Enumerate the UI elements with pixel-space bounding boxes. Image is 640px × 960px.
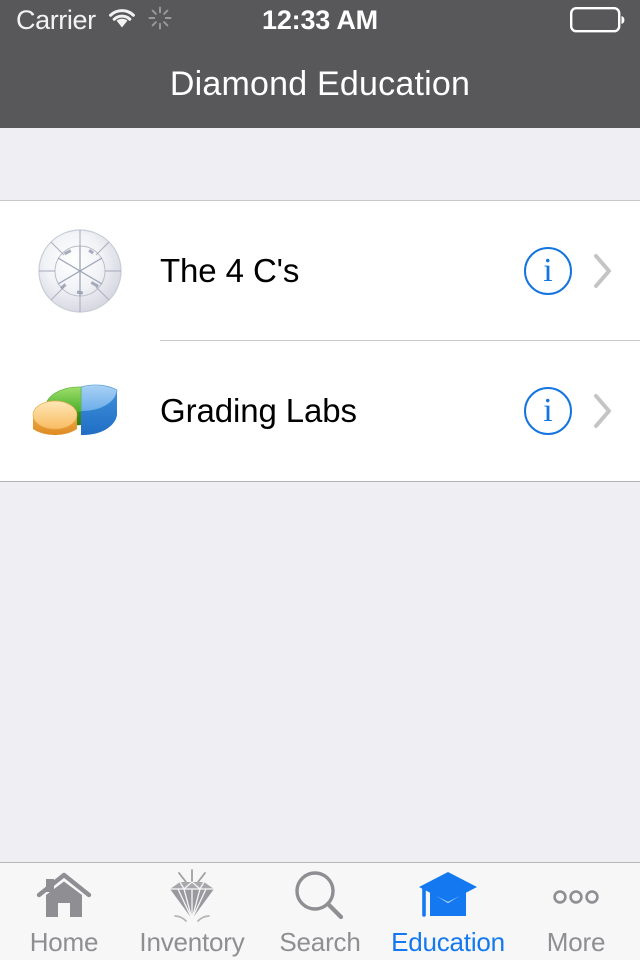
chevron-right-icon[interactable]: [592, 252, 614, 290]
pie-chart-3d-icon: [0, 341, 160, 481]
tab-search[interactable]: Search: [256, 863, 384, 960]
info-button[interactable]: i: [524, 387, 572, 435]
list-item-accessories: i: [524, 247, 640, 295]
tab-label: Search: [279, 927, 361, 957]
page-title: Diamond Education: [169, 64, 471, 103]
house-icon: [35, 869, 93, 925]
magnifier-icon: [291, 869, 349, 925]
list-item-accessories: i: [524, 387, 640, 435]
list-section-header: [0, 128, 640, 200]
graduation-cap-icon: [417, 869, 479, 925]
status-bar: Carrier 12:33 AM: [0, 0, 640, 40]
battery-icon: [570, 7, 626, 33]
tab-education[interactable]: Education: [384, 863, 512, 960]
tab-label: More: [546, 927, 606, 957]
main-content: The 4 C's i Grading Labs i: [0, 128, 640, 862]
round-brilliant-diamond-icon: [0, 201, 160, 341]
tab-label: Inventory: [139, 927, 245, 957]
ellipsis-icon: [545, 869, 607, 925]
tab-home[interactable]: Home: [0, 863, 128, 960]
list-item[interactable]: The 4 C's i: [0, 201, 640, 341]
tab-label: Home: [29, 927, 99, 957]
tab-more[interactable]: More: [512, 863, 640, 960]
tab-inventory[interactable]: Inventory: [128, 863, 256, 960]
tab-label: Education: [391, 927, 505, 957]
list-item-label: Grading Labs: [160, 392, 357, 429]
chevron-right-icon[interactable]: [592, 392, 614, 430]
list-item-label: The 4 C's: [160, 252, 300, 289]
info-button[interactable]: i: [524, 247, 572, 295]
list-item[interactable]: Grading Labs i: [0, 341, 640, 481]
app-screen: Carrier 12:33 AM Diamond Education The 4…: [0, 0, 640, 960]
tab-bar: Home Inventory Search Education More: [0, 862, 640, 960]
education-list: The 4 C's i Grading Labs i: [0, 200, 640, 482]
navigation-bar: Diamond Education: [0, 40, 640, 128]
clock-label: 12:33 AM: [262, 4, 378, 35]
diamond-icon: [161, 869, 223, 925]
